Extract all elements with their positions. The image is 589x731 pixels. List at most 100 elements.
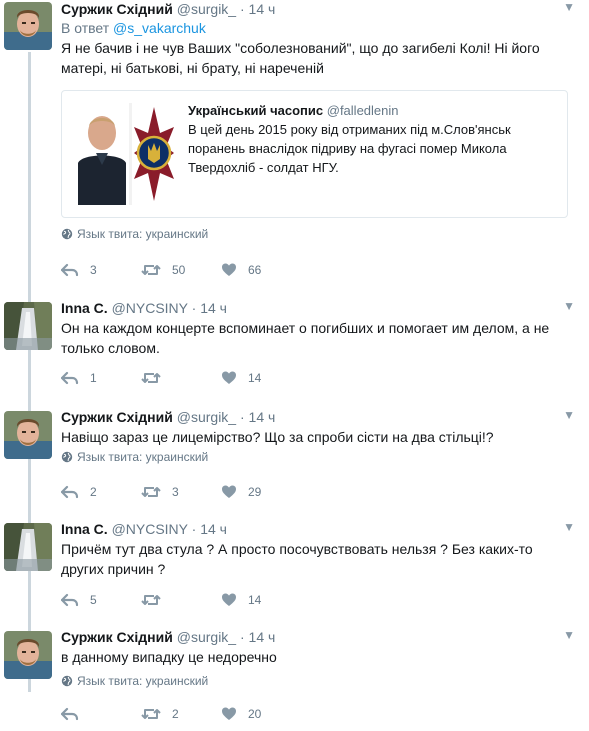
- author-handle[interactable]: @surgik_: [177, 1, 236, 17]
- tweet[interactable]: Суржик Східний @surgik_ · 14 ч ▼ В ответ…: [0, 0, 589, 290]
- quoted-author-name[interactable]: Український часопис: [188, 103, 323, 118]
- like-button[interactable]: 29: [221, 484, 301, 500]
- reply-prefix: В ответ: [61, 20, 110, 36]
- reply-icon: [61, 371, 79, 385]
- tweet-text: Я не бачив і не чув Ваших "соболезновани…: [61, 40, 540, 76]
- reply-icon: [61, 593, 79, 607]
- separator-dot: ·: [191, 521, 197, 537]
- avatar[interactable]: [4, 411, 52, 459]
- reply-button[interactable]: 3: [61, 262, 141, 278]
- globe-icon: [61, 228, 73, 240]
- retweet-button[interactable]: 3: [141, 484, 221, 500]
- retweet-button[interactable]: [141, 370, 221, 386]
- tweet[interactable]: Inna C. @NYCSINY · 14 ч ▼ Причём тут два…: [0, 520, 589, 620]
- avatar[interactable]: [4, 2, 52, 50]
- tweet-text: Причём тут два стула ? А просто посочувс…: [61, 541, 533, 577]
- author-name[interactable]: Суржик Східний: [61, 409, 173, 425]
- retweet-count: 50: [172, 263, 186, 277]
- tweet-language[interactable]: Язык твита: украинский: [61, 226, 575, 242]
- language-label: Язык твита: украинский: [77, 674, 209, 688]
- tweet-text: в данному випадку це недоречно: [61, 649, 277, 665]
- avatar[interactable]: [4, 523, 52, 571]
- author-handle[interactable]: @surgik_: [177, 629, 236, 645]
- avatar[interactable]: [4, 631, 52, 679]
- quoted-author-handle[interactable]: @falledlenin: [327, 103, 399, 118]
- tweet-actions: 5 14: [61, 592, 301, 608]
- reply-count: 5: [90, 593, 97, 607]
- timestamp[interactable]: 14 ч: [249, 409, 276, 425]
- tweet-actions: 3 50 66: [61, 262, 301, 278]
- like-count: 66: [248, 263, 262, 277]
- reply-count: 1: [90, 371, 97, 385]
- heart-icon: [222, 593, 236, 606]
- reply-button[interactable]: [61, 706, 141, 722]
- separator-dot: ·: [239, 1, 245, 17]
- author-name[interactable]: Суржик Східний: [61, 1, 173, 17]
- quoted-tweet-image: [74, 103, 177, 205]
- tweet-header: Inna C. @NYCSINY · 14 ч: [61, 520, 575, 538]
- like-button[interactable]: 20: [221, 706, 301, 722]
- tweet-language[interactable]: Язык твита: украинский: [61, 449, 575, 465]
- quoted-tweet[interactable]: Український часопис @falledlenin В цей д…: [61, 90, 568, 218]
- retweet-count: 2: [172, 707, 179, 721]
- reply-icon: [61, 263, 79, 277]
- timestamp[interactable]: 14 ч: [249, 629, 276, 645]
- reply-icon: [61, 707, 79, 721]
- author-name[interactable]: Inna C.: [61, 300, 108, 316]
- reply-button[interactable]: 1: [61, 370, 141, 386]
- retweet-icon: [141, 373, 161, 383]
- tweet-header: Суржик Східний @surgik_ · 14 ч: [61, 0, 575, 18]
- like-count: 14: [248, 371, 262, 385]
- chevron-down-icon[interactable]: ▼: [563, 520, 575, 534]
- timestamp[interactable]: 14 ч: [249, 1, 276, 17]
- author-handle[interactable]: @surgik_: [177, 409, 236, 425]
- quoted-tweet-body: Український часопис @falledlenin В цей д…: [188, 103, 557, 177]
- heart-icon: [222, 263, 236, 276]
- retweet-icon: [141, 265, 161, 275]
- quoted-tweet-text: В цей день 2015 року від отриманих під м…: [188, 122, 511, 175]
- reply-count: 2: [90, 485, 97, 499]
- tweet-actions: 1 14: [61, 370, 301, 386]
- chevron-down-icon[interactable]: ▼: [563, 408, 575, 422]
- reply-count: 3: [90, 263, 97, 277]
- reply-button[interactable]: 5: [61, 592, 141, 608]
- tweet[interactable]: Суржик Східний @surgik_ · 14 ч ▼ в данно…: [0, 628, 589, 728]
- reply-mention-link[interactable]: @s_vakarchuk: [113, 20, 206, 36]
- reply-icon: [61, 485, 79, 499]
- globe-icon: [61, 675, 73, 687]
- retweet-button[interactable]: [141, 592, 221, 608]
- tweet[interactable]: Inna C. @NYCSINY · 14 ч ▼ Он на каждом к…: [0, 299, 589, 399]
- author-name[interactable]: Суржик Східний: [61, 629, 173, 645]
- tweet-language[interactable]: Язык твита: украинский: [61, 673, 575, 689]
- chevron-down-icon[interactable]: ▼: [563, 628, 575, 642]
- like-button[interactable]: 66: [221, 262, 301, 278]
- heart-icon: [222, 707, 236, 720]
- like-button[interactable]: 14: [221, 592, 301, 608]
- tweet[interactable]: Суржик Східний @surgik_ · 14 ч ▼ Навіщо …: [0, 408, 589, 508]
- tweet-text: Он на каждом концерте вспоминает о погиб…: [61, 320, 550, 356]
- globe-icon: [61, 451, 73, 463]
- tweet-text: Навіщо зараз це лицемірство? Що за спроб…: [61, 429, 494, 445]
- retweet-button[interactable]: 2: [141, 706, 221, 722]
- author-name[interactable]: Inna C.: [61, 521, 108, 537]
- tweet-header: Inna C. @NYCSINY · 14 ч: [61, 299, 575, 317]
- separator-dot: ·: [239, 629, 245, 645]
- author-handle[interactable]: @NYCSINY: [112, 521, 188, 537]
- like-count: 29: [248, 485, 262, 499]
- separator-dot: ·: [239, 409, 245, 425]
- like-button[interactable]: 14: [221, 370, 301, 386]
- tweet-actions: 2 3 29: [61, 484, 301, 500]
- tweet-header: Суржик Східний @surgik_ · 14 ч: [61, 408, 575, 426]
- avatar[interactable]: [4, 302, 52, 350]
- retweet-count: 3: [172, 485, 179, 499]
- retweet-button[interactable]: 50: [141, 262, 221, 278]
- retweet-icon: [141, 487, 161, 497]
- timestamp[interactable]: 14 ч: [200, 521, 227, 537]
- author-handle[interactable]: @NYCSINY: [112, 300, 188, 316]
- reply-context: В ответ @s_vakarchuk: [61, 19, 575, 37]
- timestamp[interactable]: 14 ч: [200, 300, 227, 316]
- reply-button[interactable]: 2: [61, 484, 141, 500]
- language-label: Язык твита: украинский: [77, 450, 209, 464]
- chevron-down-icon[interactable]: ▼: [563, 0, 575, 14]
- chevron-down-icon[interactable]: ▼: [563, 299, 575, 313]
